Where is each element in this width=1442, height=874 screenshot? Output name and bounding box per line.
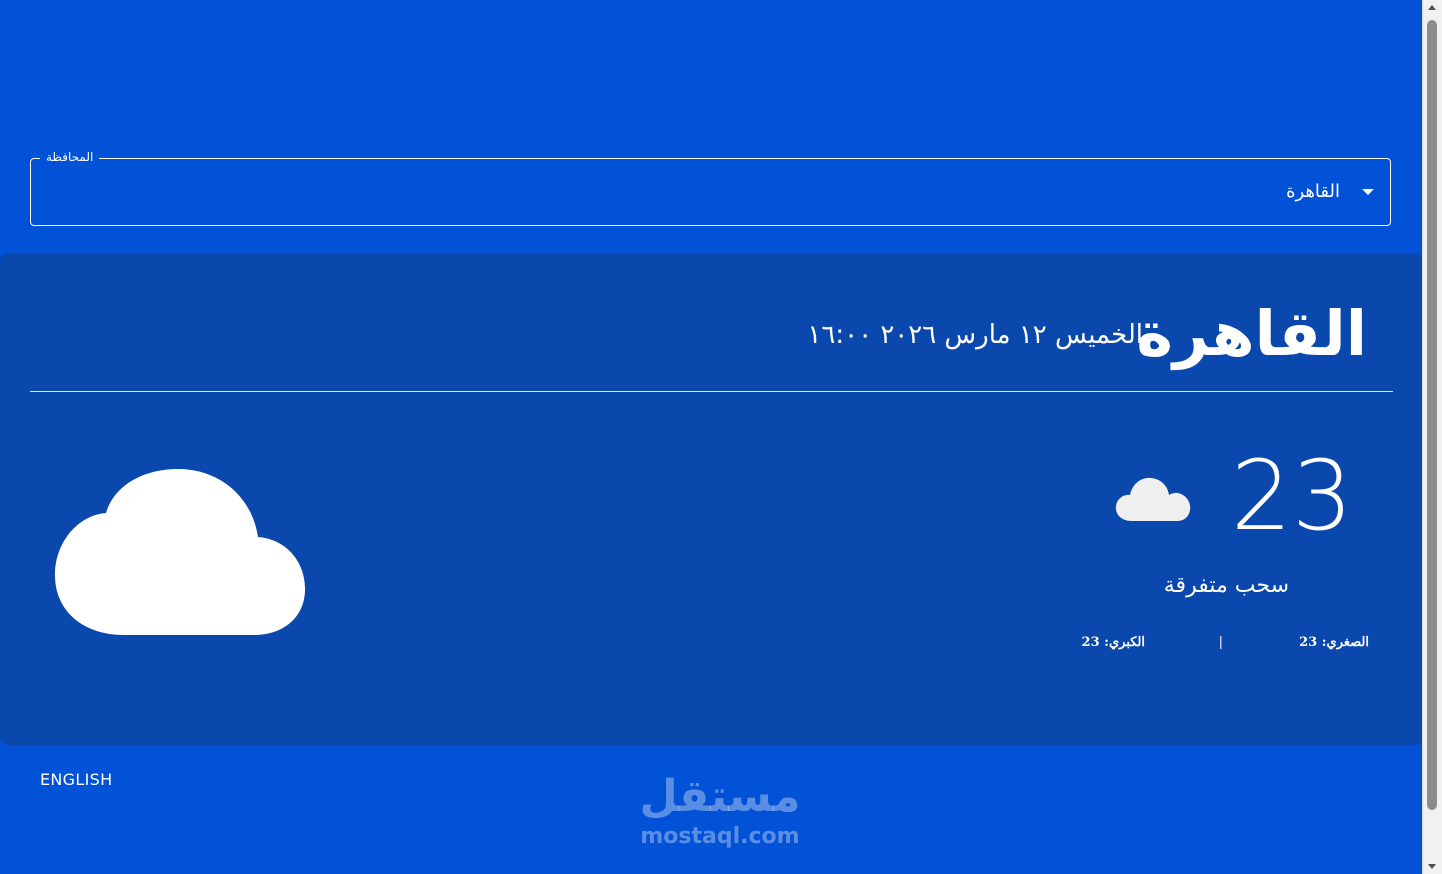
scroll-down-arrow-icon[interactable] (1428, 864, 1436, 869)
cloud-icon (54, 469, 306, 635)
watermark-english: mostaql.com (640, 824, 800, 849)
watermark-logo: مستقل mostaql.com (630, 770, 810, 850)
scrollbar-thumb[interactable] (1427, 20, 1437, 810)
language-toggle-link[interactable]: ENGLISH (40, 770, 112, 789)
divider (30, 391, 1393, 392)
scroll-up-arrow-icon[interactable] (1428, 5, 1436, 10)
temperature-value: 23 (1230, 440, 1353, 552)
date-time: الخميس ١٢ مارس ٢٠٢٦ ١٦:٠٠ (807, 320, 1143, 350)
governorate-select[interactable]: القاهرة (30, 158, 1391, 226)
weather-description: سحب متفرقة (1163, 573, 1289, 598)
max-temperature: الكبري: 23 (1081, 635, 1145, 650)
cloud-icon (1115, 477, 1191, 521)
page: القاهرة المحافظة القاهرة الخميس ١٢ مارس … (0, 0, 1442, 874)
watermark-arabic: مستقل (639, 771, 801, 822)
scrollbar[interactable] (1422, 0, 1442, 874)
weather-card: القاهرة الخميس ١٢ مارس ٢٠٢٦ ١٦:٠٠ 23 سحب… (0, 253, 1423, 745)
min-temperature: الصغري: 23 (1299, 635, 1369, 650)
city-title: القاهرة (1136, 297, 1367, 370)
governorate-select-value: القاهرة (1286, 181, 1340, 202)
minmax-separator: | (1218, 635, 1223, 650)
governorate-select-label: المحافظة (40, 150, 100, 165)
chevron-down-icon[interactable] (1362, 189, 1374, 195)
